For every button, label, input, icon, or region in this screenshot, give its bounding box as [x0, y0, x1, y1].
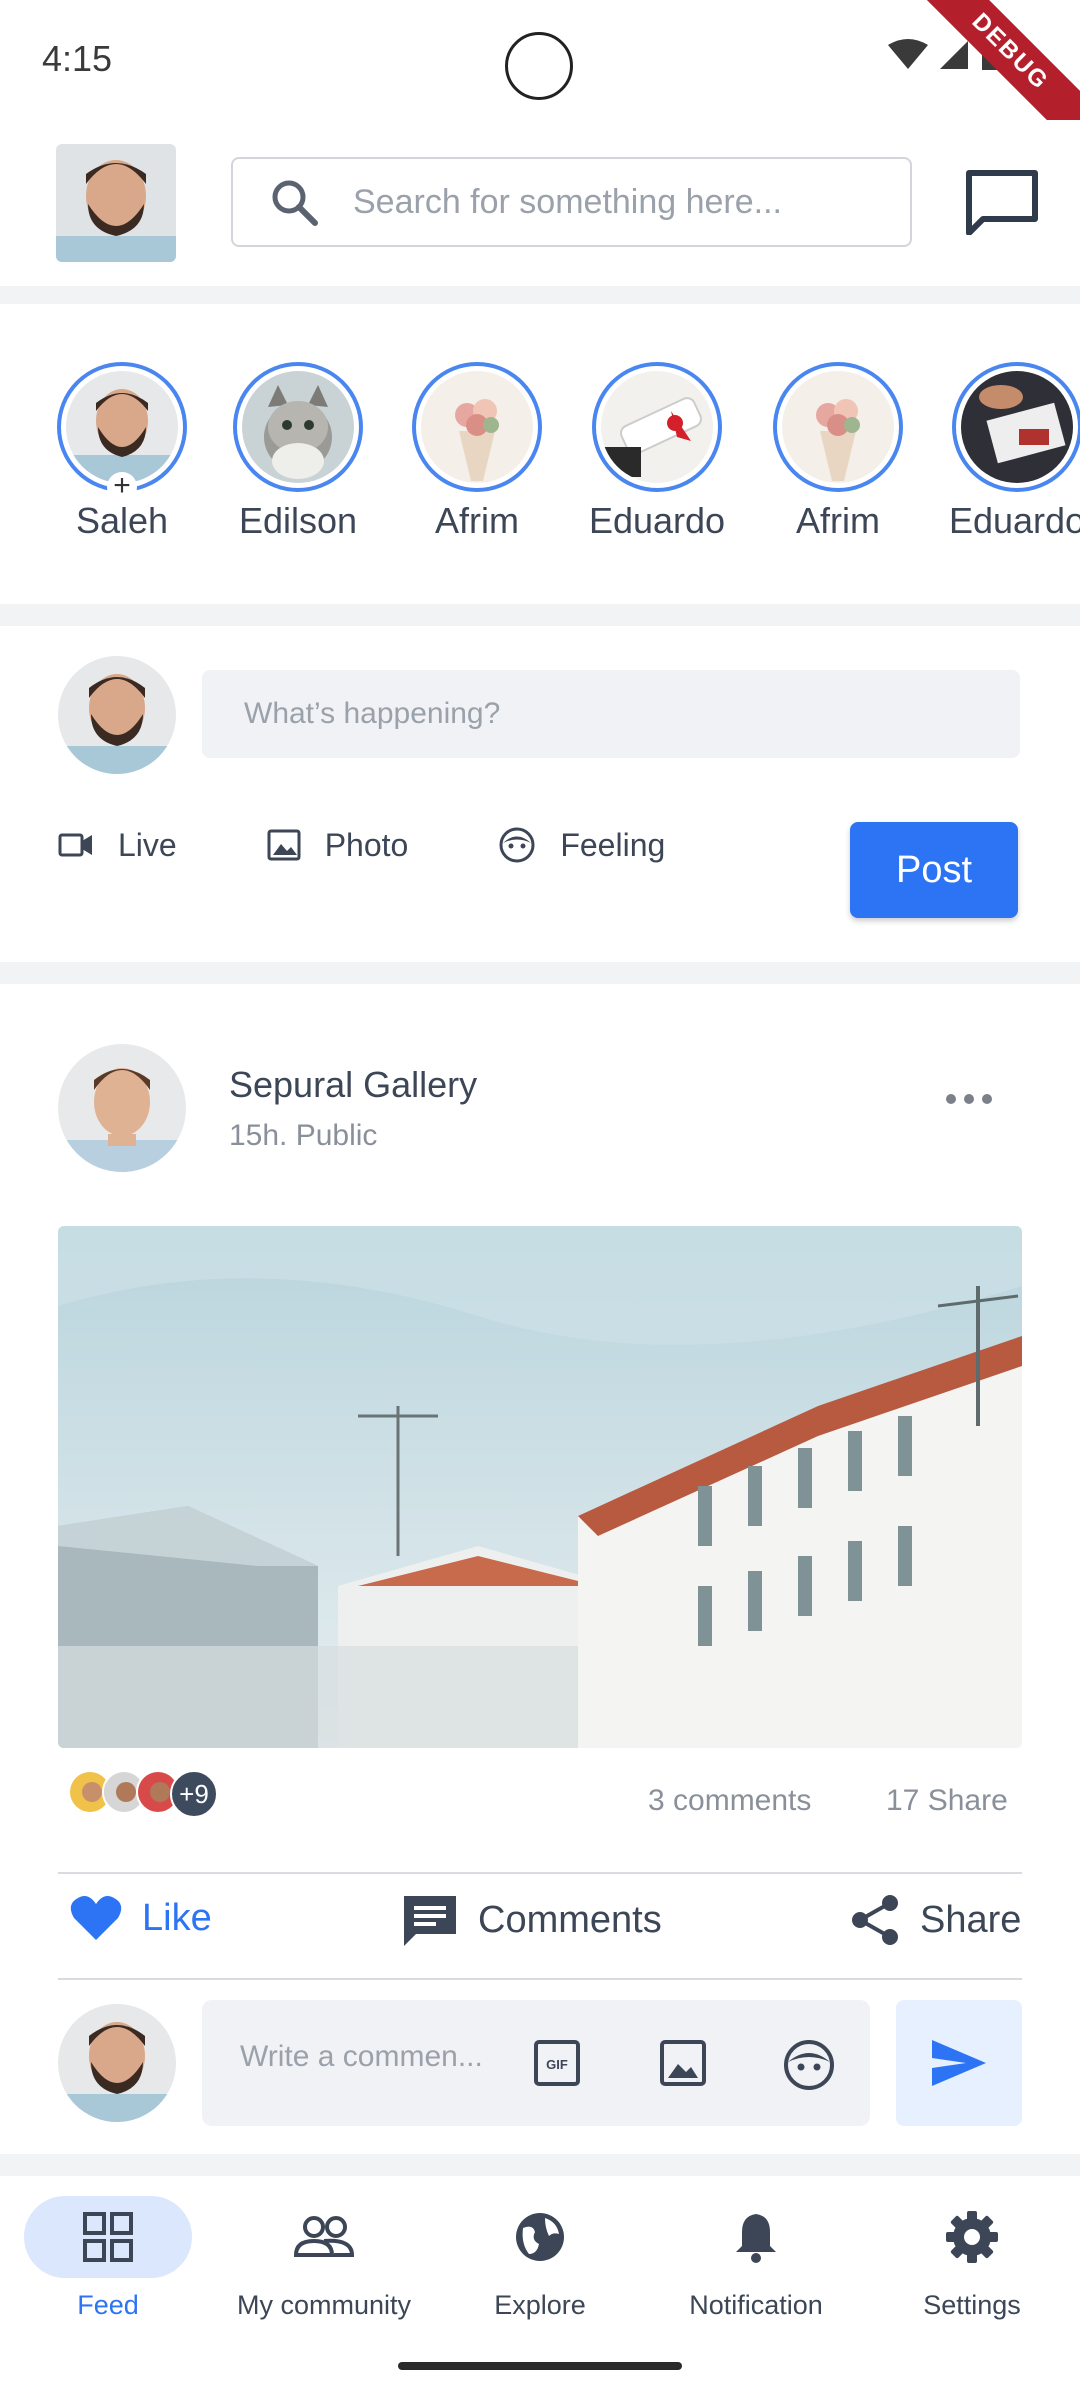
- photo-label: Photo: [324, 826, 409, 863]
- nav-explore-label: Explore: [494, 2290, 586, 2320]
- home-indicator[interactable]: [398, 2362, 682, 2370]
- story-name: Saleh: [75, 500, 169, 541]
- send-comment-button[interactable]: [896, 2000, 1022, 2126]
- image-icon: [267, 829, 301, 861]
- story-name: Eduardo: [588, 500, 726, 541]
- status-bar: 4:15 DEBUG: [0, 0, 1080, 160]
- send-icon: [932, 2040, 986, 2086]
- nav-notification-label: Notification: [689, 2290, 823, 2320]
- story-name: Eduardo: [948, 500, 1080, 541]
- story-item[interactable]: Eduardo: [947, 362, 1080, 542]
- signal-icon: [940, 41, 968, 69]
- emoji-face-icon: [499, 827, 535, 863]
- post-composer: What’s happening? Live Photo Feeling Pos…: [0, 626, 1080, 962]
- story-avatar: [233, 362, 363, 492]
- gif-icon[interactable]: GIF: [532, 2038, 582, 2088]
- like-button[interactable]: Like: [70, 1894, 212, 1942]
- photo-button[interactable]: Photo: [267, 826, 409, 864]
- story-item[interactable]: Afrim: [768, 362, 908, 542]
- reaction-avatars[interactable]: +9: [68, 1770, 218, 1818]
- comment-input[interactable]: [240, 2040, 500, 2074]
- share-count[interactable]: 17 Share: [886, 1784, 1008, 1818]
- more-options-icon[interactable]: [946, 1094, 992, 1104]
- story-item[interactable]: + Saleh: [52, 362, 192, 542]
- video-camera-icon: [58, 833, 92, 857]
- story-avatar: +: [57, 362, 187, 502]
- gear-icon: [946, 2211, 998, 2263]
- composer-actions: Live Photo Feeling: [58, 826, 755, 864]
- feeling-label: Feeling: [560, 826, 666, 863]
- story-name: Afrim: [435, 500, 519, 541]
- share-button[interactable]: Share: [850, 1894, 1021, 1946]
- composer-avatar: [58, 656, 176, 774]
- nav-notification[interactable]: Notification: [648, 2196, 864, 2321]
- post-author-name[interactable]: Sepural Gallery: [229, 1064, 477, 1106]
- divider: [58, 1978, 1022, 1980]
- bell-icon: [736, 2214, 776, 2263]
- more-reactors-badge: +9: [170, 1770, 218, 1818]
- image-icon[interactable]: [658, 2038, 708, 2088]
- app-header: [0, 120, 1080, 286]
- nav-feed[interactable]: Feed: [0, 2196, 216, 2321]
- profile-avatar[interactable]: [56, 144, 176, 262]
- divider: [58, 1872, 1022, 1874]
- nav-feed-indicator: [24, 2196, 192, 2278]
- heart-icon: [70, 1896, 122, 1940]
- post-image[interactable]: [58, 1226, 1022, 1748]
- story-name: Edilson: [238, 500, 358, 541]
- people-icon: [294, 2216, 354, 2257]
- story-item[interactable]: Eduardo: [587, 362, 727, 542]
- chat-bubble-icon: [966, 170, 1038, 235]
- feeling-button[interactable]: Feeling: [498, 826, 665, 864]
- post-button[interactable]: Post: [850, 822, 1018, 918]
- wifi-icon: [888, 39, 928, 69]
- share-label: Share: [920, 1898, 1022, 1941]
- post-author-avatar[interactable]: [58, 1044, 186, 1172]
- nav-explore[interactable]: Explore: [432, 2196, 648, 2321]
- nav-my-community[interactable]: My community: [216, 2196, 432, 2321]
- nav-feed-label: Feed: [77, 2290, 139, 2320]
- stories-row: + Saleh Edilson Afrim Eduardo Afrim Edua…: [0, 304, 1080, 604]
- grid-icon: [83, 2212, 133, 2262]
- live-label: Live: [118, 826, 177, 863]
- search-bar[interactable]: [231, 157, 912, 247]
- story-name: Afrim: [796, 500, 880, 541]
- comments-count[interactable]: 3 comments: [648, 1784, 811, 1818]
- svg-text:GIF: GIF: [546, 2057, 568, 2072]
- post-card: Sepural Gallery 15h. Public +9 3 comment…: [0, 984, 1080, 2154]
- comments-label: Comments: [478, 1898, 662, 1941]
- nav-settings[interactable]: Settings: [864, 2196, 1080, 2321]
- nav-community-label: My community: [236, 2290, 412, 2320]
- comment-box[interactable]: GIF: [202, 2000, 870, 2126]
- add-story-icon[interactable]: +: [107, 471, 137, 502]
- story-item[interactable]: Edilson: [228, 362, 368, 542]
- globe-icon: [516, 2213, 564, 2261]
- story-avatar: [592, 362, 722, 492]
- share-icon: [852, 1895, 898, 1945]
- like-label: Like: [142, 1896, 212, 1939]
- story-avatar: [773, 362, 903, 492]
- story-avatar: [412, 362, 542, 492]
- search-input[interactable]: [353, 182, 873, 222]
- whats-happening-input[interactable]: What’s happening?: [202, 670, 1020, 758]
- search-icon: [272, 180, 318, 226]
- live-button[interactable]: Live: [58, 827, 177, 864]
- commenter-avatar: [58, 2004, 176, 2122]
- comment-icon: [404, 1896, 456, 1946]
- nav-settings-label: Settings: [923, 2290, 1021, 2320]
- comments-button[interactable]: Comments: [402, 1894, 662, 1946]
- camera-cutout: [505, 32, 573, 100]
- post-meta: 15h. Public: [229, 1119, 378, 1152]
- story-avatar: [952, 362, 1080, 492]
- messages-button[interactable]: [962, 162, 1042, 242]
- emoji-face-icon[interactable]: [782, 2038, 836, 2092]
- story-item[interactable]: Afrim: [407, 362, 547, 542]
- status-time: 4:15: [42, 38, 113, 79]
